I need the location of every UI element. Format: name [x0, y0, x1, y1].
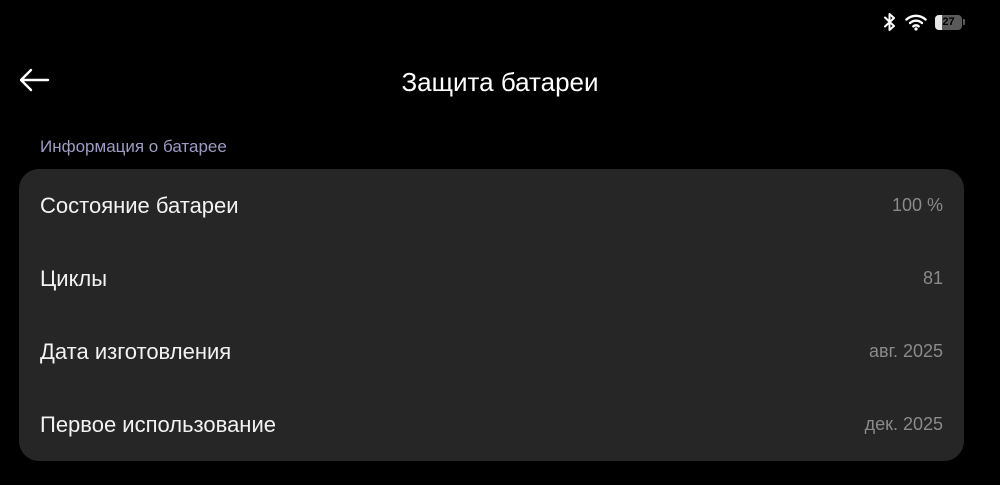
battery-info-card: Состояние батареи 100 % Циклы 81 Дата из… [19, 169, 964, 461]
cycles-row[interactable]: Циклы 81 [40, 242, 943, 315]
row-label: Циклы [40, 265, 108, 291]
row-value: 81 [922, 268, 943, 288]
page-title: Защита батареи [401, 67, 599, 97]
first-use-row[interactable]: Первое использование дек. 2025 [40, 388, 943, 461]
battery-tip [963, 19, 965, 25]
row-value: 100 % [891, 195, 943, 215]
bluetooth-icon [883, 12, 897, 32]
row-value: авг. 2025 [869, 341, 943, 361]
header: Защита батареи [0, 58, 1000, 106]
battery-health-row[interactable]: Состояние батареи 100 % [40, 169, 943, 242]
manufacture-date-row[interactable]: Дата изготовления авг. 2025 [40, 315, 943, 388]
row-label: Первое использование [40, 411, 276, 437]
section-label: Информация о батарее [40, 137, 227, 156]
status-bar: 27 [883, 10, 966, 34]
battery-body: 27 [935, 14, 962, 30]
row-label: Дата изготовления [40, 338, 232, 364]
row-value: дек. 2025 [864, 414, 943, 434]
battery-level: 27 [942, 15, 955, 28]
battery-icon: 27 [935, 14, 966, 31]
wifi-icon [905, 13, 927, 31]
row-label: Состояние батареи [40, 192, 239, 218]
